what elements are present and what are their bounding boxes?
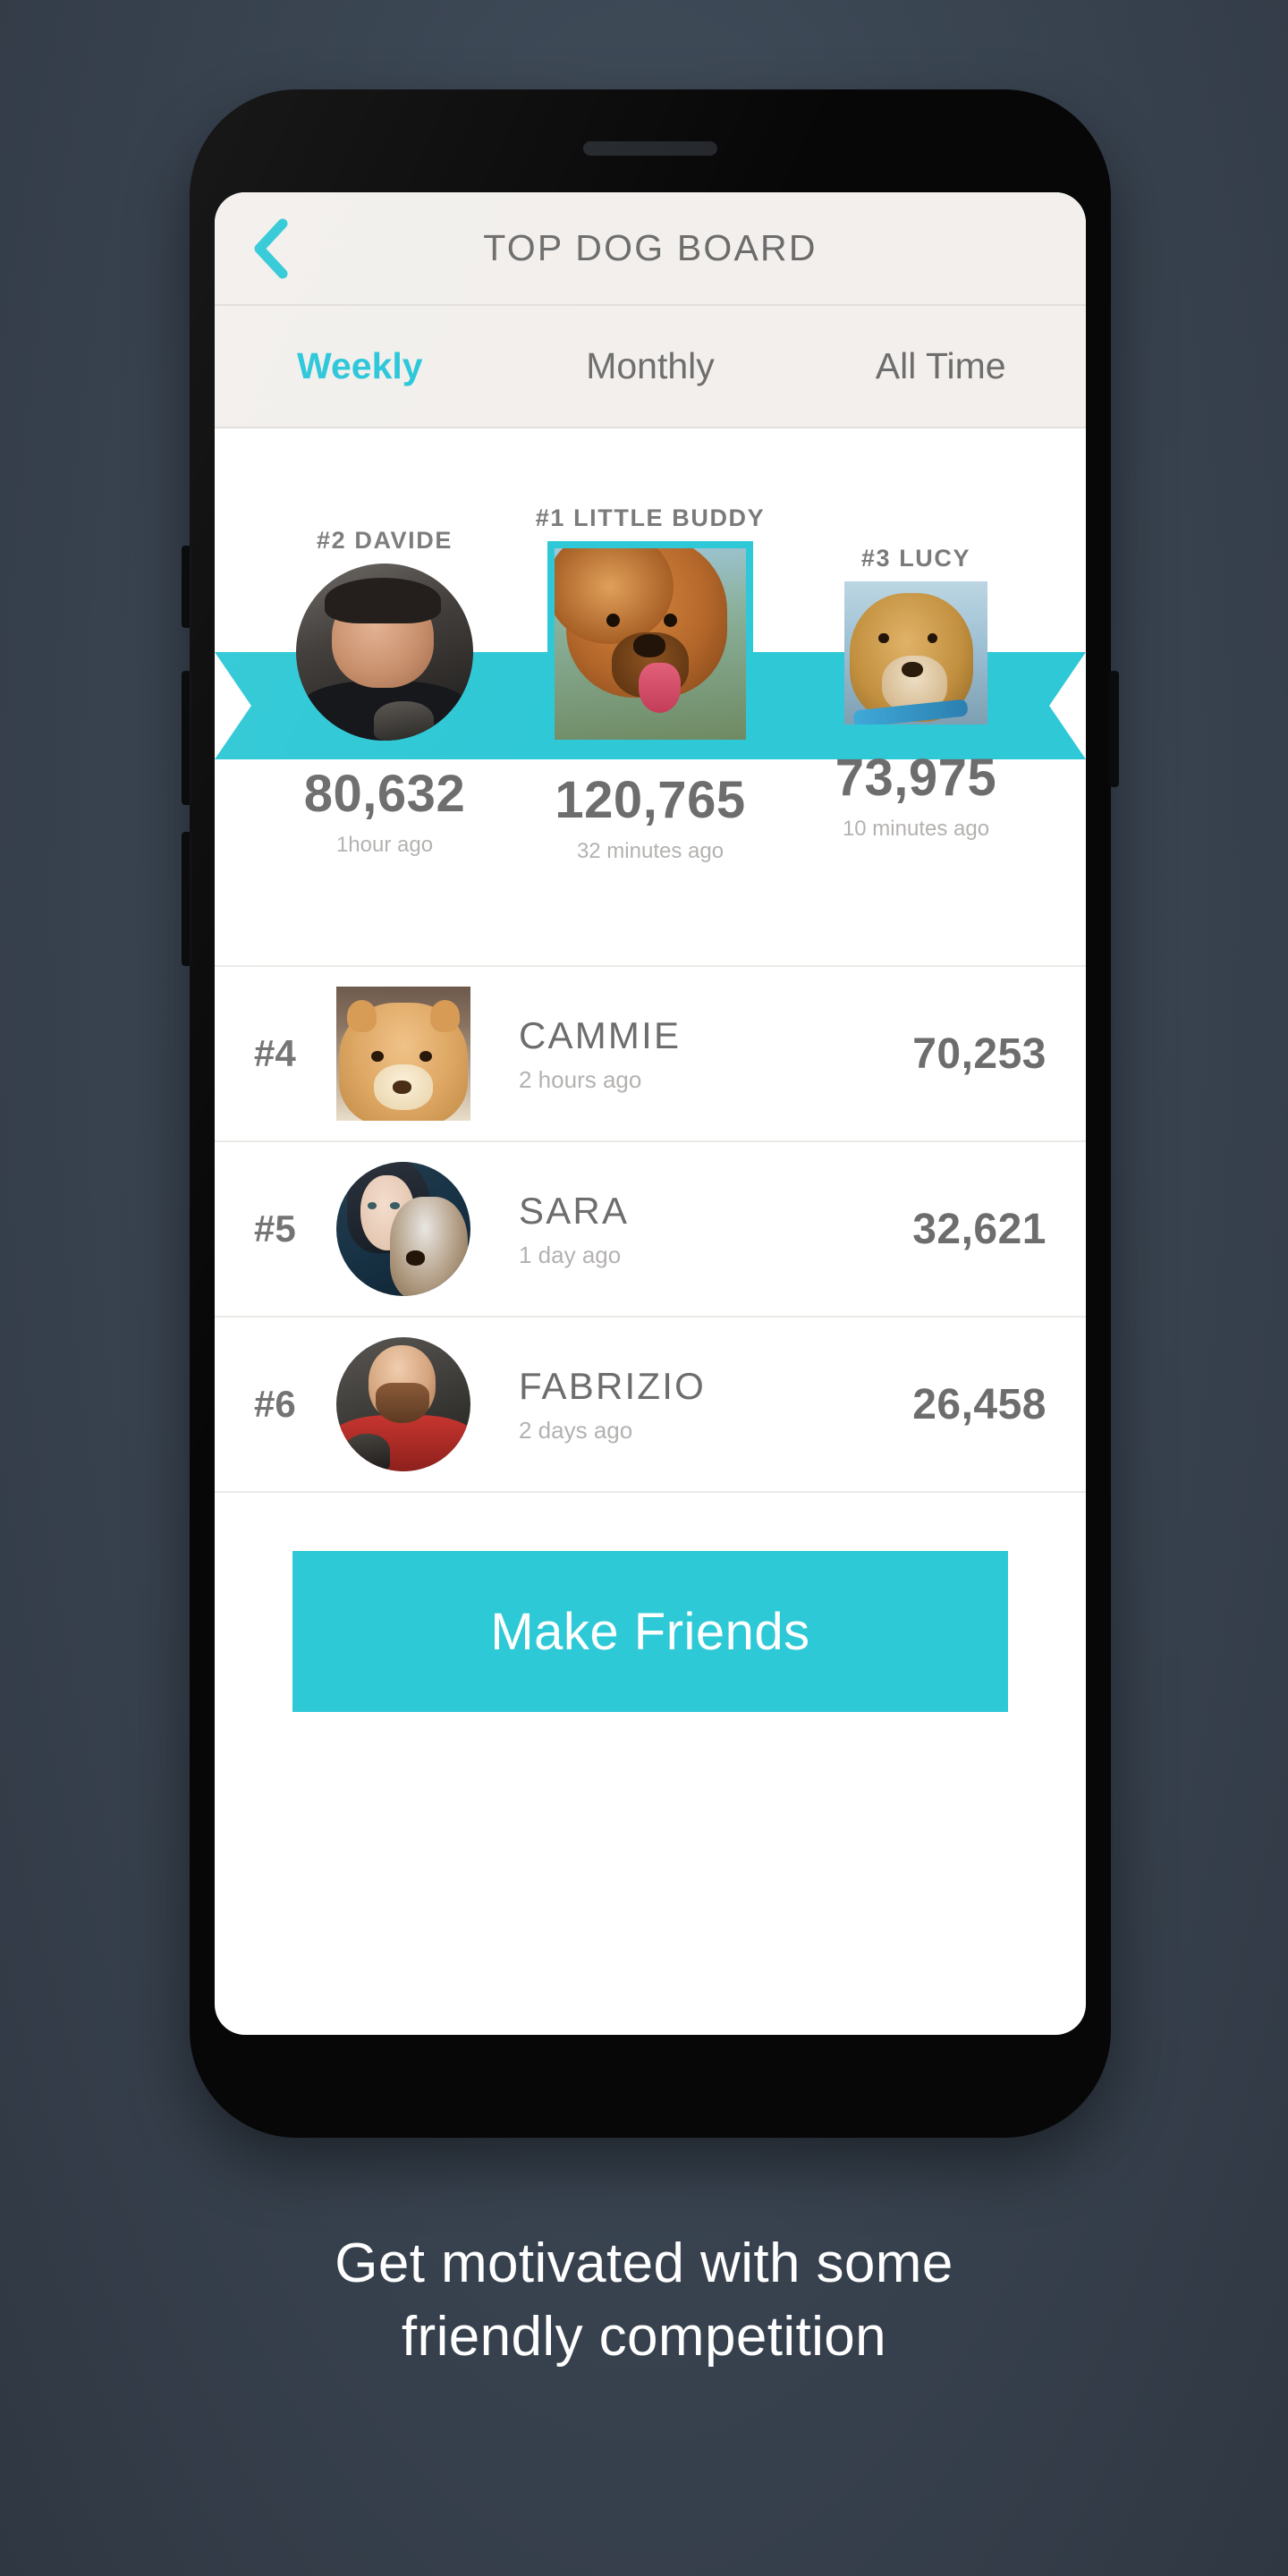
row-timestamp: 2 days ago (519, 1416, 633, 1444)
podium-score-1: 120,765 (555, 771, 746, 829)
phone-device: TOP DOG BOARD Weekly Monthly All Time #2… (182, 89, 1119, 2138)
nav-bar: TOP DOG BOARD (215, 192, 1086, 304)
photo-detail (927, 632, 937, 643)
podium-slot-3[interactable]: #3 LUCY 73,975 10 minutes ago (796, 545, 1036, 842)
caption-line-1: Get motivated with some (335, 2233, 953, 2294)
power-button[interactable] (1109, 671, 1119, 787)
tab-weekly[interactable]: Weekly (215, 345, 505, 387)
row-name: FABRIZIO (519, 1364, 706, 1407)
avatar-lucy[interactable] (844, 581, 987, 724)
row-rank: #4 (254, 1032, 296, 1074)
page-title: TOP DOG BOARD (483, 227, 818, 268)
tab-monthly[interactable]: Monthly (505, 345, 796, 387)
photo-detail (367, 1202, 377, 1209)
caption-line-2: friendly competition (401, 2305, 887, 2368)
podium-ago-1: 32 minutes ago (576, 839, 724, 863)
leaderboard-list: #4 CAMMIE 2 hours ago 70,253 #5 SARA 1 d… (215, 967, 1086, 1493)
row-meta: SARA 1 day ago (470, 1190, 912, 1269)
table-row[interactable]: #4 CAMMIE 2 hours ago 70,253 (215, 967, 1086, 1142)
podium-section: #2 DAVIDE 80,632 1hour ago #1 LITTLE BUD… (215, 428, 1086, 967)
podium-label-3: #3 LUCY (860, 545, 971, 572)
row-rank: #5 (254, 1208, 296, 1250)
photo-detail (371, 1051, 384, 1062)
photo-detail (663, 613, 677, 627)
photo-detail (347, 1000, 377, 1032)
photo-detail (344, 1434, 390, 1471)
marketing-caption: Get motivated with some friendly competi… (0, 2227, 1288, 2374)
photo-detail (639, 663, 682, 714)
photo-little-buddy (555, 548, 746, 740)
podium-score-wrap-1: 120,765 32 minutes ago (530, 770, 770, 864)
row-name: CAMMIE (519, 1013, 682, 1056)
cta-section: Make Friends (215, 1493, 1086, 1770)
podium-label-1: #1 LITTLE BUDDY (535, 504, 766, 531)
tab-all-time[interactable]: All Time (795, 345, 1086, 387)
podium-score-wrap-3: 73,975 10 minutes ago (796, 748, 1036, 842)
row-score: 26,458 (912, 1380, 1046, 1428)
avatar[interactable] (336, 1337, 470, 1471)
avatar-davide[interactable] (296, 564, 473, 741)
photo-fabrizio (336, 1337, 470, 1471)
photo-detail (632, 634, 666, 657)
tab-bar: Weekly Monthly All Time (215, 306, 1086, 428)
photo-detail (902, 661, 923, 678)
row-score: 32,621 (912, 1205, 1046, 1253)
app-screen: TOP DOG BOARD Weekly Monthly All Time #2… (215, 192, 1086, 2035)
row-name: SARA (519, 1189, 630, 1232)
avatar[interactable] (336, 987, 470, 1121)
photo-detail (393, 1080, 411, 1094)
volume-up-button[interactable] (182, 671, 191, 805)
photo-lucy (844, 581, 987, 724)
photo-sara (336, 1162, 470, 1296)
podium-score-3: 73,975 (835, 749, 997, 807)
mute-switch[interactable] (182, 546, 191, 628)
avatar-little-buddy[interactable] (547, 541, 753, 747)
podium-label-2: #2 DAVIDE (317, 527, 453, 554)
make-friends-button[interactable]: Make Friends (292, 1551, 1008, 1712)
screenshot-stage: TOP DOG BOARD Weekly Monthly All Time #2… (0, 0, 1288, 2576)
row-rank: #6 (254, 1383, 296, 1425)
photo-detail (374, 701, 435, 741)
photo-davide (296, 564, 473, 741)
photo-detail (878, 632, 889, 643)
podium-slot-2[interactable]: #2 DAVIDE 80,632 1hour ago (265, 527, 504, 858)
row-timestamp: 1 day ago (519, 1241, 622, 1268)
row-timestamp: 2 hours ago (519, 1065, 642, 1093)
photo-detail (430, 1000, 460, 1032)
photo-detail (375, 1383, 429, 1423)
podium-score-2: 80,632 (303, 765, 466, 823)
table-row[interactable]: #6 FABRIZIO 2 days ago 26,458 (215, 1318, 1086, 1493)
earpiece-speaker (583, 141, 717, 156)
row-meta: CAMMIE 2 hours ago (470, 1014, 912, 1094)
row-score: 70,253 (912, 1030, 1046, 1078)
photo-detail (406, 1250, 425, 1266)
photo-detail (419, 1051, 432, 1062)
back-button[interactable] (238, 216, 302, 281)
podium-slot-1[interactable]: #1 LITTLE BUDDY 120,765 32 minutes ago (530, 504, 770, 864)
podium-ago-3: 10 minutes ago (842, 817, 990, 841)
photo-detail (390, 1202, 400, 1209)
volume-down-button[interactable] (182, 832, 191, 966)
table-row[interactable]: #5 SARA 1 day ago 32,621 (215, 1142, 1086, 1318)
chevron-left-icon (254, 218, 288, 278)
avatar[interactable] (336, 1162, 470, 1296)
podium-ago-2: 1hour ago (335, 833, 434, 857)
photo-detail (606, 613, 620, 627)
podium-score-wrap-2: 80,632 1hour ago (265, 764, 504, 858)
row-meta: FABRIZIO 2 days ago (470, 1365, 912, 1445)
photo-detail (390, 1197, 468, 1296)
photo-cammie (336, 987, 470, 1121)
